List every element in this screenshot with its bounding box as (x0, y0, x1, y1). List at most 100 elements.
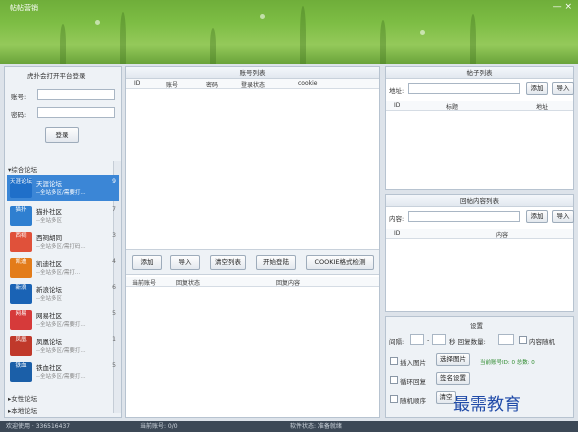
site-item[interactable]: 凤凰 凤凰论坛 --全站多区/需要打... 1 (7, 333, 119, 359)
site-desc: --全站多区/需要打... (36, 348, 86, 354)
site-item[interactable]: 网易 网易社区 --全站多区/需要打... 5 (7, 307, 119, 333)
site-count: 3 (112, 232, 116, 239)
site-item[interactable]: 凯迪 凯迪社区 --全站多区/需打... 4 (7, 255, 119, 281)
grass-decoration (300, 6, 306, 64)
content-random-label: 内容随机 (529, 338, 555, 346)
replies-panel: 回帖内容列表 内容: 添加 导入 ID 内容 (385, 194, 574, 312)
grass-decoration (470, 14, 476, 64)
reply-content-input[interactable] (408, 211, 520, 222)
posts-panel: 帖子列表 地址: 添加 导入 ID 标题 地址 (385, 66, 574, 190)
site-count: 7 (112, 206, 116, 213)
posts-heading: 帖子列表 (386, 67, 573, 79)
add-post-button[interactable]: 添加 (526, 82, 548, 95)
login-heading: 虎扑会打开平台登录 (27, 72, 86, 80)
site-item[interactable]: 铁血 铁血社区 --全站多区/需要打... 5 (7, 359, 119, 385)
site-logo-icon: 铁血 (10, 362, 32, 382)
site-item[interactable]: 新浪 新浪论坛 --全站多区 6 (7, 281, 119, 307)
cookie-check-button[interactable]: COOKIE格式检测 (306, 255, 374, 270)
col-post-url: 地址 (536, 104, 549, 111)
site-desc: --全站多区/需要打... (36, 374, 86, 380)
status-left: 欢迎使用 · 336516437 (6, 423, 71, 430)
site-desc: --全站多区/需打... (36, 270, 81, 276)
col-current-account: 当前账号 (132, 280, 157, 287)
grass-decoration (210, 28, 216, 64)
add-reply-button[interactable]: 添加 (526, 210, 548, 223)
add-account-button[interactable]: 添加 (132, 255, 162, 270)
site-name: 铁血社区 (36, 364, 62, 372)
site-logo-icon: 新浪 (10, 284, 32, 304)
water-drop-decoration (420, 30, 425, 35)
accounts-heading: 账号列表 (126, 67, 379, 79)
interval-max-input[interactable] (432, 334, 446, 345)
interval-min-input[interactable] (410, 334, 424, 345)
watermark-text: 最需教育 (453, 395, 521, 415)
status-account-count: 当前账号: 0/0 (140, 423, 178, 430)
site-name: 猫扑社区 (36, 208, 62, 216)
reply-status-table-header: 当前账号 回复状态 回复内容 (126, 277, 379, 287)
site-desc: --全站多区 (36, 296, 62, 302)
start-login-button[interactable]: 开始登陆 (256, 255, 296, 270)
site-group-label[interactable]: ▾综合论坛 (8, 164, 37, 174)
site-logo-icon: 西祠 (10, 232, 32, 252)
replies-table-body[interactable] (386, 239, 573, 311)
site-logo-icon: 网易 (10, 310, 32, 330)
reply-status-table-body[interactable] (126, 288, 379, 417)
site-count: 9 (112, 178, 116, 185)
import-reply-button[interactable]: 导入 (552, 210, 574, 223)
grass-decoration (380, 20, 386, 64)
left-panel: 虎扑会打开平台登录 账号: 密码: 登录 ▾综合论坛 天涯论坛 天涯论坛 --全… (4, 66, 122, 418)
clear-list-button[interactable]: 清空列表 (210, 255, 246, 270)
account-input[interactable] (37, 89, 115, 100)
site-group-female[interactable]: ▸女性论坛 (8, 393, 37, 403)
col-reply-text: 内容 (496, 232, 509, 239)
import-post-button[interactable]: 导入 (552, 82, 574, 95)
import-account-button[interactable]: 导入 (170, 255, 200, 270)
site-count: 1 (112, 336, 116, 343)
select-image-button[interactable]: 选择图片 (436, 353, 470, 366)
site-count: 5 (112, 310, 116, 317)
posts-table-body[interactable] (386, 111, 573, 189)
water-drop-decoration (260, 14, 265, 19)
content-random-checkbox[interactable] (519, 336, 527, 344)
site-count: 6 (112, 284, 116, 291)
interval-dash: - (427, 336, 430, 344)
stats-text: 当前账号ID: 0 总数: 0 (480, 360, 535, 366)
site-logo-icon: 凤凰 (10, 336, 32, 356)
loop-reply-checkbox[interactable] (390, 376, 398, 384)
random-order-label: 随机顺序 (400, 397, 426, 405)
grass-decoration (60, 24, 66, 64)
reply-count-label: 秒 回复数量: (449, 338, 486, 346)
site-desc: --全站多区/需要打... (36, 190, 86, 196)
reply-count-input[interactable] (498, 334, 514, 345)
site-name: 凯迪社区 (36, 260, 62, 268)
site-item[interactable]: 西祠 西祠胡同 --全站多区/需打码... 3 (7, 229, 119, 255)
site-name: 新浪论坛 (36, 286, 62, 294)
insert-image-label: 插入图片 (400, 359, 426, 367)
post-url-label: 地址: (389, 87, 405, 95)
col-post-title: 标题 (446, 104, 459, 111)
posts-table-header: ID 标题 地址 (386, 101, 573, 111)
accounts-table-header: ID 账号 密码 登录状态 cookie (126, 79, 379, 89)
login-button[interactable]: 登录 (45, 127, 79, 143)
reply-content-label: 内容: (389, 215, 405, 223)
col-password: 密码 (206, 82, 219, 89)
random-order-checkbox[interactable] (390, 395, 398, 403)
site-count: 5 (112, 362, 116, 369)
insert-image-checkbox[interactable] (390, 357, 398, 365)
site-item[interactable]: 猫扑 猫扑社区 --全站多区 7 (7, 203, 119, 229)
window-controls[interactable]: — × (553, 2, 572, 12)
status-software-state: 软件状态: 准备就绪 (290, 423, 342, 430)
post-url-input[interactable] (408, 83, 520, 94)
site-name: 凤凰论坛 (36, 338, 62, 346)
accounts-table-body[interactable] (126, 89, 379, 249)
site-group-local[interactable]: ▸本地论坛 (8, 405, 37, 415)
site-item[interactable]: 天涯论坛 天涯论坛 --全站多区/需要打... 9 (7, 175, 119, 201)
col-reply-id: ID (394, 230, 401, 237)
col-cookie: cookie (298, 80, 318, 87)
loop-reply-label: 循环回复 (400, 378, 426, 386)
site-count: 4 (112, 258, 116, 265)
accounts-toolbar: 添加 导入 清空列表 开始登陆 COOKIE格式检测 (126, 249, 379, 275)
signature-settings-button[interactable]: 签名设置 (436, 372, 470, 385)
settings-heading: 设置 (470, 322, 483, 330)
password-input[interactable] (37, 107, 115, 118)
